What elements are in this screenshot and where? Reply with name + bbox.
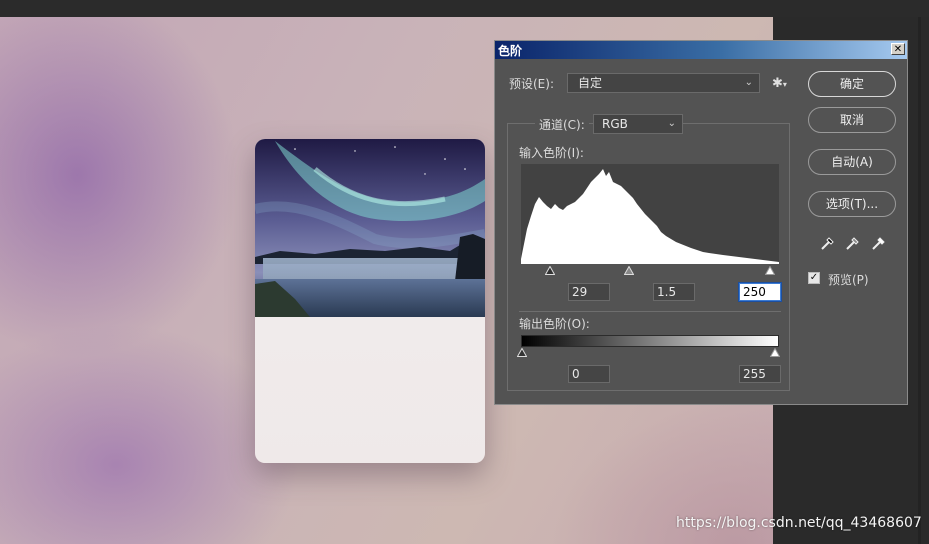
ok-button[interactable]: 确定 (808, 71, 896, 97)
preset-value: 自定 (578, 76, 603, 90)
preview-checkbox[interactable]: ✓ (808, 272, 820, 284)
preset-label: 预设(E): (509, 77, 554, 91)
histogram-graph (521, 169, 779, 264)
output-black-field[interactable]: 0 (568, 365, 610, 383)
cancel-button[interactable]: 取消 (808, 107, 896, 133)
input-black-slider[interactable] (545, 266, 555, 275)
output-white-slider[interactable] (770, 348, 780, 357)
gear-icon[interactable]: ✱▾ (772, 76, 787, 91)
close-icon[interactable]: ✕ (891, 43, 905, 55)
output-gradient-bar (521, 335, 779, 347)
eyedropper-black-icon[interactable] (820, 235, 836, 251)
image-card (255, 139, 485, 463)
aurora-waterfall-photo (255, 139, 485, 317)
output-levels-label: 输出色阶(O): (519, 317, 590, 331)
levels-dialog: 色阶 ✕ 预设(E): 自定 ⌄ ✱▾ 通道(C): RGB ⌄ 输入色阶(I)… (494, 40, 908, 405)
channel-select[interactable]: RGB ⌄ (593, 114, 683, 134)
eyedropper-white-icon[interactable] (871, 235, 887, 251)
channel-label: 通道(C): (535, 116, 589, 133)
chevron-down-icon: ⌄ (667, 118, 676, 129)
input-levels-label: 输入色阶(I): (519, 146, 584, 160)
output-black-slider[interactable] (517, 348, 527, 357)
top-menu-bar (0, 0, 929, 17)
channel-value: RGB (602, 117, 628, 131)
preset-select[interactable]: 自定 ⌄ (567, 73, 760, 93)
histogram (521, 164, 779, 264)
auto-button[interactable]: 自动(A) (808, 149, 896, 175)
divider (519, 311, 781, 312)
eyedropper-gray-icon[interactable] (845, 235, 861, 251)
input-gamma-slider[interactable] (624, 266, 634, 275)
input-white-field[interactable]: 250 (738, 282, 782, 302)
input-white-slider[interactable] (765, 266, 775, 275)
watermark-text: https://blog.csdn.net/qq_43468607 (676, 515, 922, 531)
options-button[interactable]: 选项(T)... (808, 191, 896, 217)
chevron-down-icon: ⌄ (744, 77, 753, 88)
dialog-title: 色阶 (498, 44, 523, 58)
input-black-field[interactable]: 29 (568, 283, 610, 301)
panel-divider (918, 17, 921, 544)
preview-label: 预览(P) (828, 273, 869, 287)
input-gamma-field[interactable]: 1.5 (653, 283, 695, 301)
dialog-titlebar[interactable]: 色阶 ✕ (495, 41, 907, 59)
output-white-field[interactable]: 255 (739, 365, 781, 383)
